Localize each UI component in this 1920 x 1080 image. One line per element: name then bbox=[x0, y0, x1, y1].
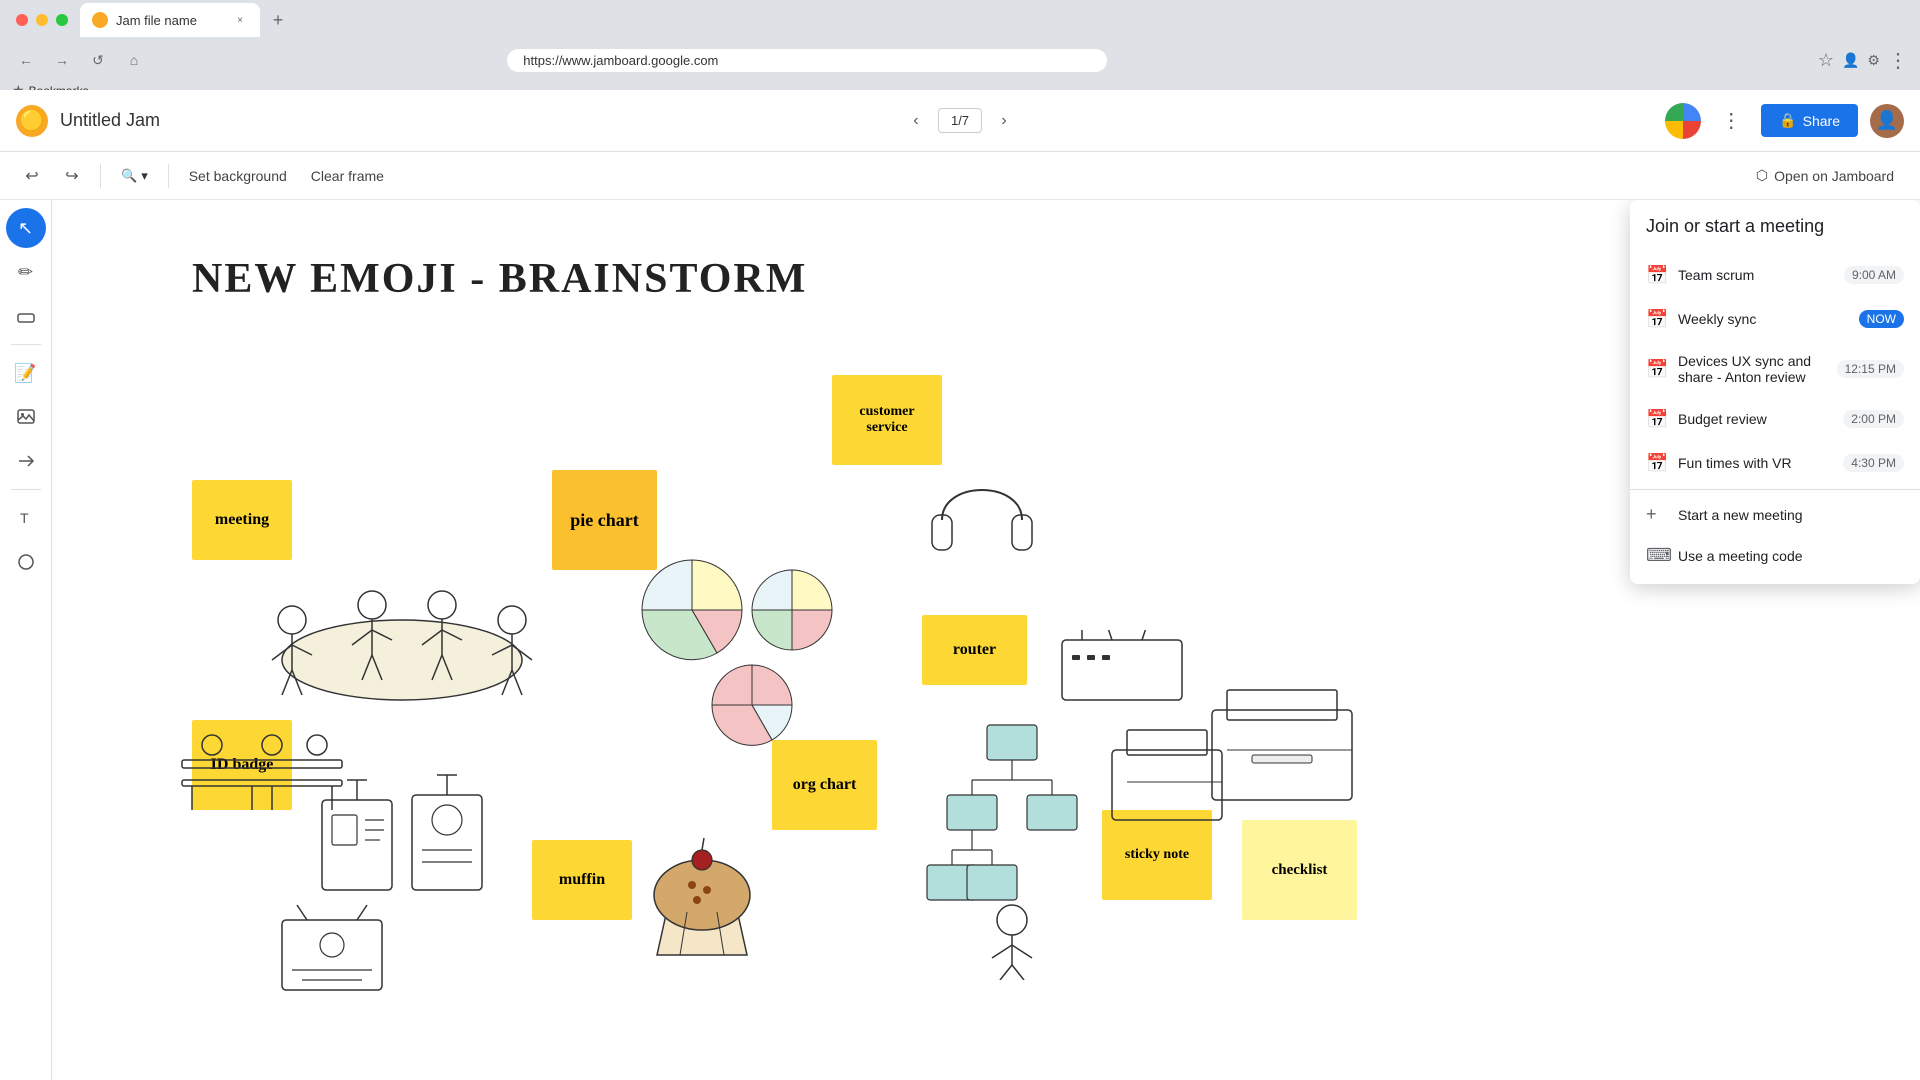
frame-prev-btn[interactable]: ‹ bbox=[902, 107, 930, 135]
org-chart-sketch bbox=[912, 720, 1112, 985]
home-btn[interactable]: ⌂ bbox=[120, 46, 148, 74]
calendar-icon-1: 📅 bbox=[1646, 309, 1666, 329]
name-tag-sketch bbox=[272, 900, 392, 1005]
toolbar-divider-1 bbox=[100, 164, 101, 188]
tab-close-btn[interactable]: × bbox=[232, 12, 248, 28]
calendar-icon-3: 📅 bbox=[1646, 409, 1666, 429]
user-avatar[interactable]: 👤 bbox=[1870, 104, 1904, 138]
meeting-panel-title: Join or start a meeting bbox=[1630, 216, 1920, 253]
use-meeting-code-btn[interactable]: ⌨ Use a meeting code bbox=[1630, 535, 1920, 576]
meeting-name-0: Team scrum bbox=[1678, 267, 1832, 283]
calendar-icon-0: 📅 bbox=[1646, 265, 1666, 285]
keyboard-icon: ⌨ bbox=[1646, 545, 1666, 566]
share-button[interactable]: 🔒 Share bbox=[1761, 104, 1858, 137]
open-on-jamboard-icon: ⬡ bbox=[1756, 167, 1768, 184]
meeting-time-0: 9:00 AM bbox=[1844, 266, 1904, 284]
close-window-btn[interactable] bbox=[16, 14, 28, 26]
google-meet-btn[interactable] bbox=[1665, 103, 1701, 139]
more-options-btn[interactable]: ⋮ bbox=[1713, 103, 1749, 139]
tool-separator-2 bbox=[11, 489, 41, 490]
minimize-window-btn[interactable] bbox=[36, 14, 48, 26]
header-right: ⋮ 🔒 Share 👤 bbox=[1665, 103, 1904, 139]
reload-btn[interactable]: ↺ bbox=[84, 46, 112, 74]
meeting-name-2: Devices UX sync and share - Anton review bbox=[1678, 353, 1825, 385]
back-btn[interactable]: ← bbox=[12, 46, 40, 74]
router-sticky[interactable]: router bbox=[922, 615, 1027, 685]
tab-bar: Jam file name × + bbox=[0, 0, 1920, 40]
frame-next-btn[interactable]: › bbox=[990, 107, 1018, 135]
window-controls bbox=[8, 10, 76, 30]
select-tool-btn[interactable]: ↖ bbox=[6, 208, 46, 248]
browser-tab[interactable]: Jam file name × bbox=[80, 3, 260, 37]
bookmark-star-icon[interactable]: ☆ bbox=[1818, 50, 1834, 71]
start-new-meeting-btn[interactable]: + Start a new meeting bbox=[1630, 494, 1920, 535]
set-background-btn[interactable]: Set background bbox=[181, 164, 295, 188]
url-field[interactable]: https://www.jamboard.google.com bbox=[507, 49, 1107, 72]
meeting-item-2[interactable]: 📅 Devices UX sync and share - Anton revi… bbox=[1630, 341, 1920, 397]
checklist-sticky[interactable]: checklist bbox=[1242, 820, 1357, 920]
meeting-time-2: 12:15 PM bbox=[1837, 360, 1904, 378]
browser-chrome: Jam file name × + ← → ↺ ⌂ https://www.ja… bbox=[0, 0, 1920, 90]
frame-navigation: ‹ 1/7 › bbox=[902, 107, 1018, 135]
text-tool-btn[interactable]: T bbox=[6, 498, 46, 538]
app-header: 🟡 Untitled Jam ‹ 1/7 › ⋮ 🔒 Share 👤 bbox=[0, 90, 1920, 152]
meeting-time-3: 2:00 PM bbox=[1843, 410, 1904, 428]
laser-tool-btn[interactable] bbox=[6, 441, 46, 481]
muffin-sketch bbox=[642, 830, 762, 965]
pen-tool-btn[interactable]: ✏ bbox=[6, 252, 46, 292]
muffin-sticky[interactable]: muffin bbox=[532, 840, 632, 920]
tab-favicon bbox=[92, 12, 108, 28]
frame-indicator[interactable]: 1/7 bbox=[938, 108, 982, 133]
clear-frame-btn[interactable]: Clear frame bbox=[303, 164, 392, 188]
toolbar-divider-2 bbox=[168, 164, 169, 188]
undo-btn[interactable]: ↩ bbox=[16, 160, 48, 192]
zoom-caret: ▾ bbox=[141, 168, 148, 184]
pie-chart-sketches bbox=[632, 540, 852, 765]
meeting-name-3: Budget review bbox=[1678, 411, 1831, 427]
new-tab-btn[interactable]: + bbox=[264, 6, 292, 34]
tab-title: Jam file name bbox=[116, 13, 197, 28]
canvas-title: NEW EMOJI - BRAINSTORM bbox=[192, 255, 807, 303]
maximize-window-btn[interactable] bbox=[56, 14, 68, 26]
image-tool-btn[interactable] bbox=[6, 397, 46, 437]
main-area: ↖ ✏ 📝 T NEW EMOJI - BRAINSTORM meeting bbox=[0, 200, 1920, 1080]
address-bar: ← → ↺ ⌂ https://www.jamboard.google.com … bbox=[0, 40, 1920, 80]
meeting-item-3[interactable]: 📅 Budget review 2:00 PM bbox=[1630, 397, 1920, 441]
plus-icon: + bbox=[1646, 504, 1666, 525]
meeting-sketch bbox=[232, 540, 572, 745]
meeting-item-1[interactable]: 📅 Weekly sync NOW bbox=[1630, 297, 1920, 341]
extensions-btn[interactable]: ⚙ bbox=[1867, 52, 1880, 69]
svg-text:T: T bbox=[20, 510, 29, 526]
calendar-icon-2: 📅 bbox=[1646, 359, 1666, 379]
zoom-control[interactable]: 🔍 ▾ bbox=[113, 164, 156, 188]
meeting-name-4: Fun times with VR bbox=[1678, 455, 1831, 471]
zoom-icon: 🔍 bbox=[121, 168, 137, 184]
open-on-jamboard-btn[interactable]: ⬡ Open on Jamboard bbox=[1746, 163, 1904, 188]
meeting-item-4[interactable]: 📅 Fun times with VR 4:30 PM bbox=[1630, 441, 1920, 485]
profile-btn[interactable]: 👤 bbox=[1842, 52, 1859, 69]
forward-btn[interactable]: → bbox=[48, 46, 76, 74]
eraser-tool-btn[interactable] bbox=[6, 296, 46, 336]
meeting-name-1: Weekly sync bbox=[1678, 311, 1847, 327]
share-icon: 🔒 bbox=[1779, 112, 1796, 129]
shape-tool-btn[interactable] bbox=[6, 542, 46, 582]
meeting-item-0[interactable]: 📅 Team scrum 9:00 AM bbox=[1630, 253, 1920, 297]
meeting-panel: Join or start a meeting 📅 Team scrum 9:0… bbox=[1630, 200, 1920, 584]
meeting-time-1: NOW bbox=[1859, 310, 1904, 328]
browser-menu-btn[interactable]: ⋮ bbox=[1888, 48, 1908, 73]
app-logo: 🟡 bbox=[16, 105, 48, 137]
headphone-sketch bbox=[922, 450, 1042, 585]
toolbar: ↩ ↪ 🔍 ▾ Set background Clear frame ⬡ Ope… bbox=[0, 152, 1920, 200]
app-title[interactable]: Untitled Jam bbox=[60, 110, 160, 131]
sticky-note-tool-btn[interactable]: 📝 bbox=[6, 353, 46, 393]
calendar-icon-4: 📅 bbox=[1646, 453, 1666, 473]
meeting-divider bbox=[1630, 489, 1920, 490]
meeting-time-4: 4:30 PM bbox=[1843, 454, 1904, 472]
redo-btn[interactable]: ↪ bbox=[56, 160, 88, 192]
canvas-area[interactable]: NEW EMOJI - BRAINSTORM meeting customer … bbox=[52, 200, 1920, 1080]
tool-separator-1 bbox=[11, 344, 41, 345]
left-toolbar: ↖ ✏ 📝 T bbox=[0, 200, 52, 1080]
